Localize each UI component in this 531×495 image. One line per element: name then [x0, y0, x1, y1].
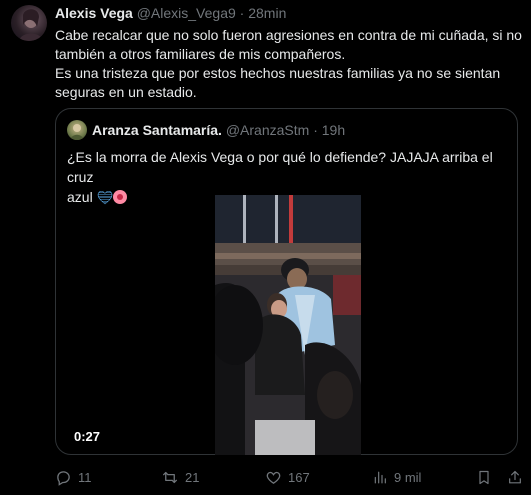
- reply-count: 11: [78, 469, 92, 485]
- author-name[interactable]: Alexis Vega: [55, 5, 133, 21]
- header-separator: ·: [239, 5, 245, 21]
- video-player[interactable]: [215, 195, 361, 455]
- blue-heart-icon: 💙︎: [96, 190, 114, 205]
- reply-button[interactable]: 11: [55, 466, 92, 488]
- author-handle[interactable]: @Alexis_Vega9: [137, 5, 236, 21]
- face-emoji-icon: [113, 190, 128, 204]
- reply-icon: [55, 469, 72, 486]
- author-avatar[interactable]: [11, 5, 47, 41]
- like-count: 167: [288, 469, 310, 485]
- quoted-author-name: Aranza Santamaría.: [92, 122, 222, 138]
- video-duration: 0:27: [74, 429, 101, 444]
- share-icon: [507, 469, 523, 486]
- tweet-text-line: también a otros familiares de mis compañ…: [55, 46, 346, 62]
- tweet-text: Cabe recalcar que no solo fueron agresio…: [55, 26, 525, 102]
- tweet-timestamp[interactable]: 28min: [248, 5, 286, 21]
- quoted-author-handle: @AranzaStm: [225, 122, 310, 138]
- retweet-count: 21: [185, 469, 200, 485]
- views-count: 9 mil: [394, 469, 422, 485]
- quoted-separator: ·: [313, 122, 318, 138]
- tweet-text-line: Cabe recalcar que no solo fueron agresio…: [55, 27, 522, 43]
- tweet-header: Alexis Vega @Alexis_Vega9 · 28min: [55, 5, 286, 21]
- heart-icon: [265, 469, 282, 486]
- retweet-icon: [161, 469, 179, 486]
- tweet-actions: 11 21 167 9 mil: [55, 466, 525, 488]
- bookmark-icon: [476, 469, 492, 486]
- quoted-header: Aranza Santamaría. @AranzaStm · 19h: [92, 122, 345, 138]
- like-button[interactable]: 167: [265, 466, 310, 488]
- quoted-timestamp: 19h: [321, 122, 346, 138]
- views-button[interactable]: 9 mil: [372, 466, 421, 488]
- share-button[interactable]: [507, 466, 523, 488]
- quoted-author-avatar: [67, 120, 87, 140]
- quoted-text-line: ¿Es la morra de Alexis Vega o por qué lo…: [67, 149, 493, 185]
- tweet[interactable]: Alexis Vega @Alexis_Vega9 · 28min Cabe r…: [0, 0, 531, 495]
- retweet-button[interactable]: 21: [161, 466, 199, 488]
- tweet-text-line: Es una tristeza que por estos hechos nue…: [55, 65, 501, 81]
- quoted-text-line: azul: [67, 189, 93, 205]
- views-icon: [372, 469, 388, 486]
- bookmark-button[interactable]: [476, 466, 492, 488]
- tweet-text-line: seguras en un estadio.: [55, 84, 197, 100]
- quoted-tweet[interactable]: Aranza Santamaría. @AranzaStm · 19h ¿Es …: [55, 108, 518, 455]
